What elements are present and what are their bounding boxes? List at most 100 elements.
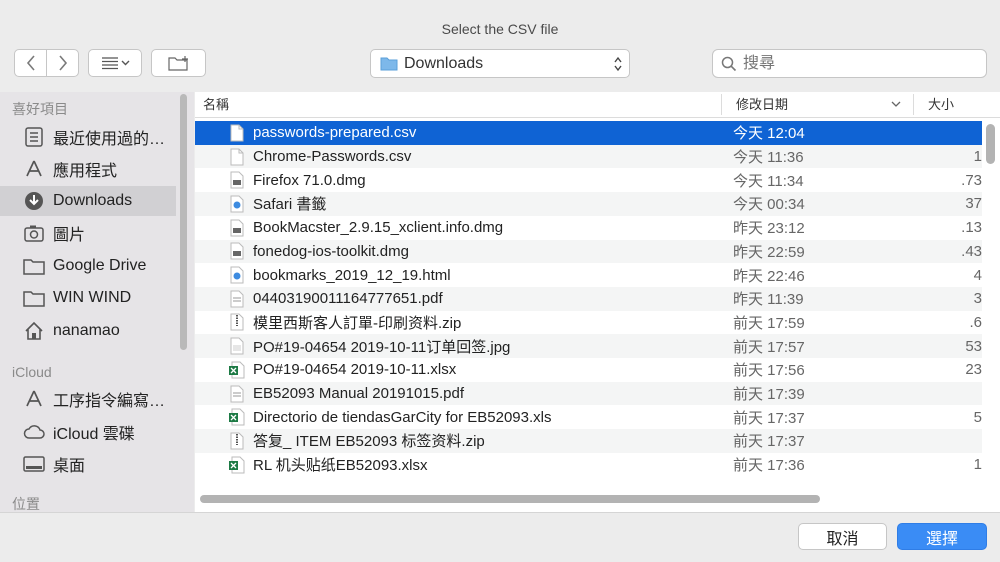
file-name: 答复_ ITEM EB52093 标签资料.zip <box>253 433 485 451</box>
view-options-button[interactable] <box>88 49 142 77</box>
file-date: 昨天 22:59 <box>733 243 805 261</box>
file-row[interactable]: RL 机头贴纸EB52093.xlsx 前天 17:36 1 <box>195 453 982 477</box>
sidebar-header-favorites: 喜好項目 <box>12 101 68 117</box>
folder-icon <box>23 255 45 277</box>
sidebar-item-applications[interactable]: 應用程式 <box>0 154 176 184</box>
file-row[interactable]: Firefox 71.0.dmg 今天 11:34 73. <box>195 168 982 192</box>
file-name: 04403190011164777651.pdf <box>253 290 443 308</box>
app-folder-icon <box>23 388 45 410</box>
sidebar-item-win-wind[interactable]: WIN WIND <box>0 283 176 313</box>
disk-image-icon <box>229 218 245 238</box>
file-row[interactable]: passwords-prepared.csv 今天 12:04 <box>195 121 982 145</box>
file-row[interactable]: bookmarks_2019_12_19.html 昨天 22:46 4 <box>195 263 982 287</box>
cloud-icon <box>23 421 45 443</box>
file-date: 前天 17:59 <box>733 314 805 332</box>
html-file-icon <box>229 194 245 214</box>
column-name[interactable]: 名稱 <box>203 92 229 117</box>
sidebar-item-recents[interactable]: 最近使用過的… <box>0 122 176 152</box>
column-size[interactable]: 大小 <box>928 92 954 117</box>
file-row[interactable]: BookMacster_2.9.15_xclient.info.dmg 昨天 23… <box>195 216 982 240</box>
file-row[interactable]: 04403190011164777651.pdf 昨天 11:39 3 <box>195 286 982 311</box>
recents-icon <box>23 126 45 148</box>
search-input[interactable] <box>741 53 975 74</box>
search-field[interactable] <box>712 49 987 78</box>
sidebar-item-downloads[interactable]: Downloads <box>0 186 176 216</box>
location-label: Downloads <box>404 54 484 72</box>
image-file-icon <box>229 336 245 356</box>
desktop-icon <box>23 453 45 475</box>
file-size: 53 <box>965 337 982 355</box>
file-name: fonedog-ios-toolkit.dmg <box>253 242 409 260</box>
sidebar-header-icloud: iCloud <box>12 364 52 380</box>
file-row[interactable]: Chrome-Passwords.csv 今天 11:36 1 <box>195 144 982 169</box>
file-date: 今天 11:34 <box>733 172 804 190</box>
file-row[interactable]: Safari 書籤 今天 00:34 37 <box>195 192 982 216</box>
dialog-footer: 取消 選擇 <box>0 512 1000 562</box>
file-name: BookMacster_2.9.15_xclient.info.dmg <box>253 219 504 237</box>
file-row[interactable]: 模里西斯客人訂單-印刷资料.zip 前天 17:59 6. <box>195 311 982 335</box>
file-name: Firefox 71.0.dmg <box>253 171 366 189</box>
folder-icon <box>380 57 398 71</box>
nav-buttons <box>14 49 79 77</box>
file-row[interactable]: EB52093 Manual 20191015.pdf 前天 17:39 <box>195 381 982 406</box>
document-icon <box>229 123 245 143</box>
file-date: 昨天 22:46 <box>733 267 805 285</box>
chevron-down-icon <box>891 101 901 107</box>
file-name: 模里西斯客人訂單-印刷资料.zip <box>253 314 462 332</box>
column-header: 名稱 修改日期 大小 <box>195 92 1000 118</box>
file-size: 1 <box>973 148 982 166</box>
disk-image-icon <box>229 170 245 190</box>
file-size: 37 <box>965 195 982 213</box>
file-name: RL 机头贴纸EB52093.xlsx <box>253 457 428 475</box>
file-row[interactable]: 答复_ ITEM EB52093 标签资料.zip 前天 17:37 <box>195 429 982 453</box>
horizontal-scrollbar[interactable] <box>200 495 820 503</box>
vertical-scrollbar[interactable] <box>986 124 995 164</box>
file-size: 23 <box>965 361 982 379</box>
sidebar: 喜好項目 最近使用過的… 應用程式 Downloads 圖片 Google Dr… <box>0 92 194 512</box>
column-divider[interactable] <box>721 94 722 115</box>
folder-icon <box>23 287 45 309</box>
file-name: bookmarks_2019_12_19.html <box>253 266 451 284</box>
cancel-button[interactable]: 取消 <box>798 523 887 550</box>
forward-button[interactable] <box>47 50 78 76</box>
sidebar-item-google-drive[interactable]: Google Drive <box>0 251 176 281</box>
home-icon <box>23 320 45 342</box>
sidebar-item-pictures[interactable]: 圖片 <box>0 218 176 248</box>
file-row[interactable]: PO#19-04654 2019-10-11.xlsx 前天 17:56 23 <box>195 358 982 382</box>
sidebar-item-icloud-drive[interactable]: iCloud 雲碟 <box>0 417 176 447</box>
file-size: 43. <box>961 242 982 260</box>
sidebar-item-desktop[interactable]: 桌面 <box>0 449 176 479</box>
file-size: 73. <box>961 171 982 189</box>
file-date: 前天 17:56 <box>733 362 805 380</box>
updown-chevron-icon <box>614 56 622 71</box>
chevron-left-icon <box>26 55 35 71</box>
sidebar-scrollbar[interactable] <box>180 94 187 350</box>
back-button[interactable] <box>15 50 47 76</box>
column-divider[interactable] <box>913 94 914 115</box>
disk-image-icon <box>229 241 245 261</box>
zip-file-icon <box>229 312 245 332</box>
file-name: EB52093 Manual 20191015.pdf <box>253 385 465 403</box>
file-date: 今天 00:34 <box>733 196 805 214</box>
file-name: PO#19-04654 2019-10-11订单回签.jpg <box>253 338 511 356</box>
file-row[interactable]: fonedog-ios-toolkit.dmg 昨天 22:59 43. <box>195 239 982 264</box>
column-date[interactable]: 修改日期 <box>736 92 788 117</box>
file-size: 1 <box>973 456 982 474</box>
file-date: 前天 17:36 <box>733 457 805 475</box>
file-name: Safari 書籤 <box>253 196 327 214</box>
choose-button[interactable]: 選擇 <box>897 523 987 550</box>
file-row[interactable]: PO#19-04654 2019-10-11订单回签.jpg 前天 17:57 53 <box>195 334 982 358</box>
file-name: PO#19-04654 2019-10-11.xlsx <box>253 361 457 379</box>
file-row[interactable]: Directorio de tiendasGarCity for EB52093… <box>195 405 982 429</box>
sidebar-item-app-folder[interactable]: 工序指令編寫… <box>0 384 176 414</box>
file-browser: 名稱 修改日期 大小 passwords-prepared.csv 今天 12:0… <box>195 92 1000 512</box>
excel-file-icon <box>229 455 245 475</box>
sidebar-item-home[interactable]: nanamao <box>0 316 176 346</box>
document-icon <box>229 147 245 167</box>
location-popup[interactable]: Downloads <box>370 49 630 78</box>
new-folder-button[interactable] <box>151 49 206 77</box>
window-title: Select the CSV file <box>441 21 559 37</box>
file-date: 昨天 11:39 <box>733 291 804 309</box>
file-date: 前天 17:37 <box>733 409 805 427</box>
file-size: 6. <box>969 313 982 331</box>
